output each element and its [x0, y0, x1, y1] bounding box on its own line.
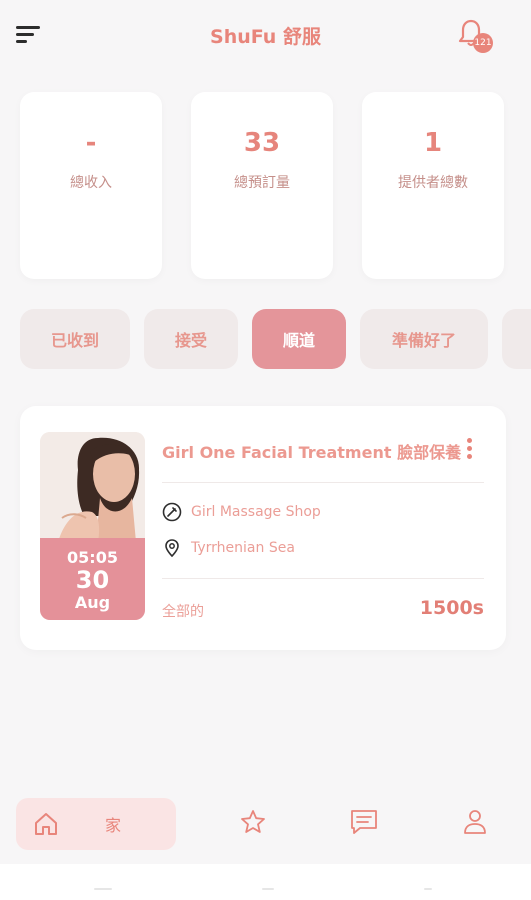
booking-date: 05:05 30 Aug — [40, 538, 145, 620]
user-icon — [464, 810, 486, 834]
bottom-sheet — [0, 864, 531, 900]
tab-on-the-way[interactable]: 順道 — [252, 309, 346, 369]
stat-card-revenue: - 總收入 — [20, 92, 162, 279]
tab-ready[interactable]: 準備好了 — [360, 309, 488, 369]
status-tabs: 已收到 接受 順道 準備好了 — [20, 309, 531, 369]
nav-profile[interactable] — [462, 808, 488, 840]
tab-accepted[interactable]: 接受 — [144, 309, 238, 369]
service-thumbnail: 05:05 30 Aug — [40, 432, 145, 620]
message-icon — [351, 810, 377, 834]
notifications-button[interactable]: 121 — [458, 18, 496, 54]
booking-time: 05:05 — [67, 548, 118, 567]
booking-price: 1500s — [419, 597, 484, 619]
star-icon — [241, 810, 265, 833]
service-photo — [40, 432, 145, 542]
shop-row: Girl Massage Shop — [162, 502, 321, 522]
app-title: ShuFu 舒服 — [210, 26, 321, 48]
booking-card[interactable]: 05:05 30 Aug Girl One Facial Treatment 臉… — [20, 406, 506, 650]
stat-label: 提供者總數 — [398, 175, 468, 191]
booking-day: 30 — [75, 566, 110, 594]
shop-icon — [162, 502, 182, 522]
nav-home-label: 家 — [105, 816, 122, 835]
stat-value: 33 — [243, 128, 281, 158]
tab-received[interactable]: 已收到 — [20, 309, 130, 369]
stat-value: - — [85, 128, 97, 158]
nav-home[interactable]: 家 — [16, 798, 176, 850]
stat-label: 總預訂量 — [234, 175, 290, 191]
tab-more[interactable] — [502, 309, 531, 369]
app-header: ShuFu 舒服 121 — [0, 0, 531, 70]
stat-label: 總收入 — [70, 175, 112, 191]
nav-favorites[interactable] — [239, 808, 267, 840]
stat-card-providers: 1 提供者總數 — [362, 92, 504, 279]
location-pin-icon — [165, 539, 179, 558]
divider — [162, 482, 484, 483]
faded-mark — [424, 888, 432, 890]
notification-badge: 121 — [473, 33, 493, 53]
status-label: 全部的 — [162, 604, 204, 620]
home-icon — [35, 813, 57, 835]
nav-messages[interactable] — [349, 808, 379, 840]
faded-mark — [94, 888, 112, 890]
stat-card-bookings: 33 總預訂量 — [191, 92, 333, 279]
location-name: Tyrrhenian Sea — [191, 540, 295, 556]
stat-value: 1 — [423, 128, 443, 158]
more-options-icon[interactable] — [464, 436, 476, 462]
booking-month: Aug — [74, 593, 111, 612]
bottom-navigation: 家 — [0, 796, 531, 852]
service-name: Girl One Facial Treatment 臉部保養 — [162, 443, 462, 462]
location-row: Tyrrhenian Sea — [162, 538, 295, 558]
shop-name: Girl Massage Shop — [191, 504, 321, 520]
divider — [162, 578, 484, 579]
faded-mark — [262, 888, 274, 890]
